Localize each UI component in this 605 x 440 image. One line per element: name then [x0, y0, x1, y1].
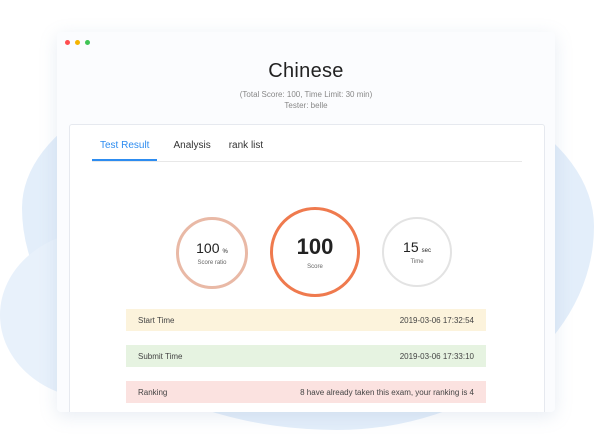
start-time-value: 2019-03-06 17:32:54: [399, 315, 474, 325]
ranking-value: 8 have already taken this exam, your ran…: [300, 387, 474, 397]
score-ratio-caption: Score ratio: [197, 260, 227, 266]
score-caption: Score: [307, 264, 323, 270]
score-gauge: 100 Score: [270, 207, 360, 297]
tab-analysis[interactable]: Analysis: [171, 139, 212, 160]
score-value: 100: [296, 234, 334, 259]
app-window: Chinese (Total Score: 100, Time Limit: 3…: [57, 32, 555, 412]
time-caption: Time: [410, 259, 424, 265]
time-gauge: 15 sec Time: [382, 217, 452, 287]
exam-header: Chinese (Total Score: 100, Time Limit: 3…: [57, 60, 555, 111]
start-time-row: Start Time 2019-03-06 17:32:54: [126, 309, 486, 331]
tab-rank-list[interactable]: rank list: [227, 139, 265, 160]
start-time-label: Start Time: [138, 315, 175, 325]
result-tabs: Test Result Analysis rank list: [92, 139, 522, 162]
window-controls: [65, 40, 90, 45]
tab-test-result[interactable]: Test Result: [92, 139, 158, 161]
exam-tester: Tester: belle: [284, 101, 328, 110]
maximize-dot-icon[interactable]: [85, 40, 90, 45]
result-card: Test Result Analysis rank list 100% Scor…: [69, 124, 545, 412]
ranking-row: Ranking 8 have already taken this exam, …: [126, 381, 486, 403]
minimize-dot-icon[interactable]: [75, 40, 80, 45]
exam-meta: (Total Score: 100, Time Limit: 30 min) T…: [57, 89, 555, 111]
submit-time-row: Submit Time 2019-03-06 17:33:10: [126, 345, 486, 367]
ranking-label: Ranking: [138, 387, 168, 397]
exam-score-limit: (Total Score: 100, Time Limit: 30 min): [239, 90, 373, 99]
score-ratio-value: 100: [196, 240, 220, 256]
exam-title: Chinese: [268, 60, 344, 82]
time-unit: sec: [421, 248, 431, 254]
score-ratio-unit: %: [222, 249, 228, 255]
submit-time-label: Submit Time: [138, 351, 183, 361]
time-value: 15: [403, 239, 419, 255]
submit-time-value: 2019-03-06 17:33:10: [399, 351, 474, 361]
score-ratio-gauge: 100% Score ratio: [176, 217, 248, 289]
close-dot-icon[interactable]: [65, 40, 70, 45]
